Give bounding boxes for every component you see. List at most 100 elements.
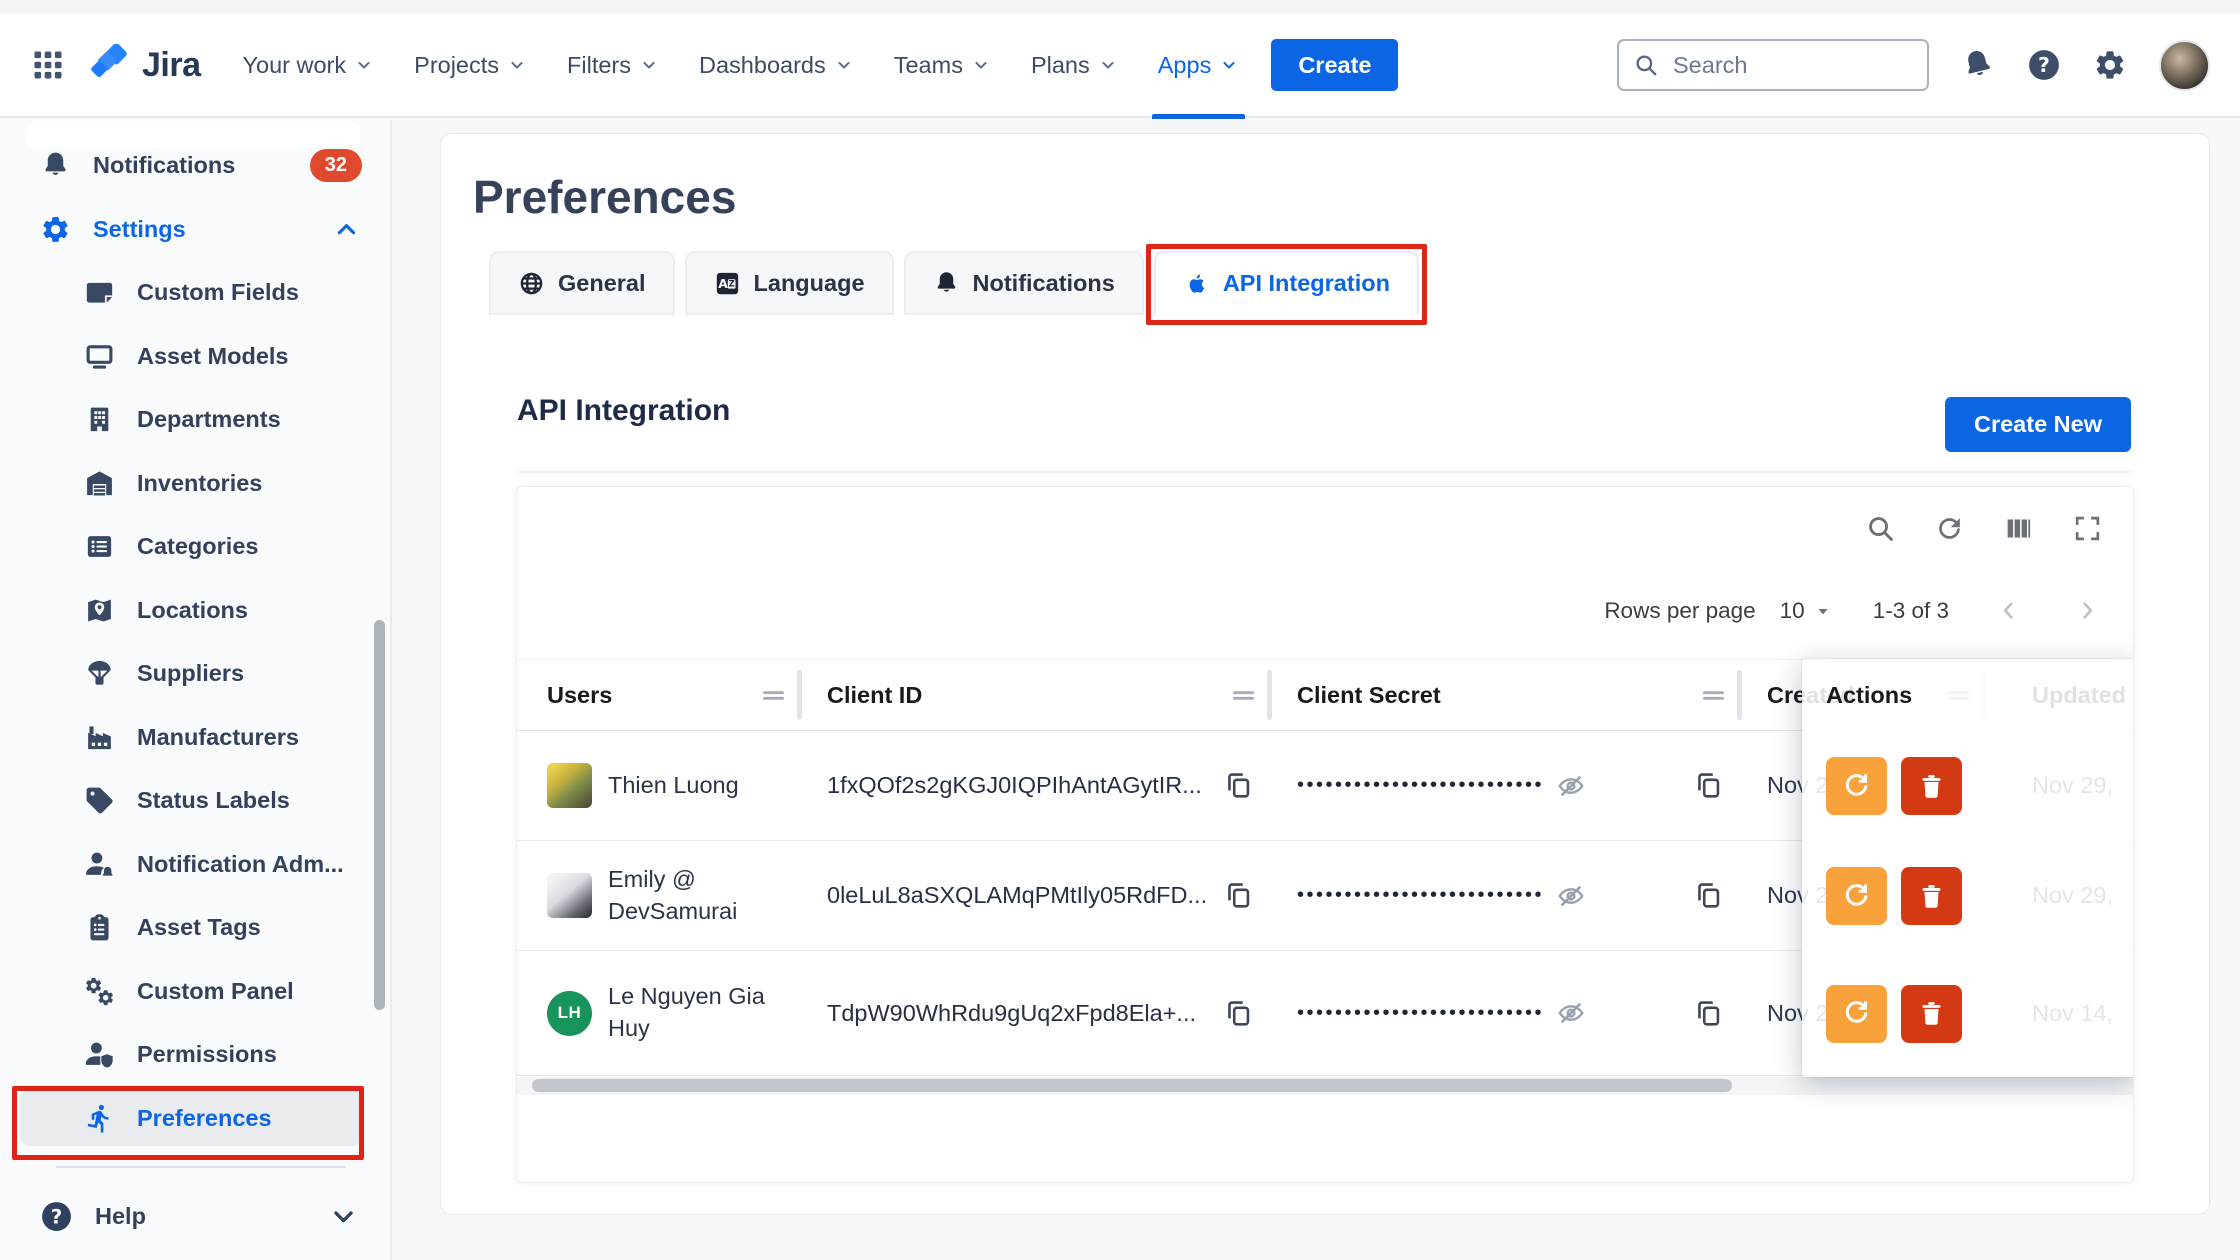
chevron-down-icon [327, 1200, 360, 1233]
previous-page-icon[interactable] [1995, 597, 2022, 624]
nav-menu: Your work Projects Filters Dashboards Te… [223, 13, 1260, 117]
sidebar-scrollbar-thumb[interactable] [374, 620, 385, 1010]
sidebar-item-help[interactable]: Help [0, 1182, 390, 1250]
runner-icon [84, 1103, 115, 1134]
tab-api-integration[interactable]: API Integration [1154, 251, 1419, 315]
client-id-value: 1fxQOf2s2gKGJ0IQPIhAntAGytIR... [827, 772, 1202, 799]
monitor-icon [84, 341, 115, 372]
refresh-icon[interactable] [1934, 513, 1965, 544]
delete-button[interactable] [1901, 985, 1962, 1043]
nav-item-apps[interactable]: Apps [1138, 13, 1260, 117]
user-bell-icon [84, 849, 115, 880]
nav-item-plans[interactable]: Plans [1011, 13, 1138, 117]
help-icon[interactable] [2027, 48, 2061, 82]
sidebar-item-categories[interactable]: Categories [0, 515, 390, 579]
sidebar-item-notifications[interactable]: Notifications 32 [0, 134, 390, 198]
eye-off-icon[interactable] [1556, 998, 1586, 1028]
eye-off-icon[interactable] [1556, 881, 1586, 911]
nav-item-projects[interactable]: Projects [394, 13, 547, 117]
sidebar-item-permissions[interactable]: Permissions [0, 1023, 390, 1087]
nav-item-teams[interactable]: Teams [874, 13, 1011, 117]
search-input[interactable] [1671, 51, 1913, 80]
create-new-button[interactable]: Create New [1945, 397, 2131, 452]
map-pin-icon [84, 595, 115, 626]
regenerate-button[interactable] [1826, 867, 1887, 925]
drag-handle-icon[interactable] [1700, 682, 1727, 709]
apple-icon [1183, 270, 1210, 297]
tab-language[interactable]: Language [685, 251, 894, 315]
next-page-icon[interactable] [2074, 597, 2101, 624]
sidebar-item-asset-tags[interactable]: Asset Tags [0, 896, 390, 960]
settings-gear-icon[interactable] [2093, 48, 2127, 82]
client-secret-mask: •••••••••••••••••••••••••• [1297, 884, 1544, 907]
user-avatar[interactable] [2159, 40, 2210, 91]
chevron-down-icon [1219, 55, 1239, 75]
sidebar-item-label: Asset Models [137, 343, 289, 370]
rows-per-page-select[interactable]: 10 [1780, 598, 1835, 624]
copy-icon[interactable] [1693, 880, 1724, 911]
drag-handle-icon[interactable] [1230, 682, 1257, 709]
chevron-down-icon [971, 55, 991, 75]
main-card: Preferences General Language Notificatio… [440, 133, 2210, 1215]
copy-icon[interactable] [1223, 770, 1254, 801]
table-toolbar [1865, 513, 2103, 544]
regenerate-button[interactable] [1826, 985, 1887, 1043]
nav-item-label: Filters [567, 52, 631, 79]
chevron-down-icon [639, 55, 659, 75]
sidebar-item-suppliers[interactable]: Suppliers [0, 642, 390, 706]
trash-icon [1917, 772, 1946, 801]
page-title: Preferences [473, 170, 736, 224]
trash-icon [1917, 882, 1946, 911]
warehouse-icon [84, 468, 115, 499]
jira-logo[interactable]: Jira [90, 44, 201, 86]
nav-item-your-work[interactable]: Your work [223, 13, 395, 117]
sidebar-divider [56, 1166, 346, 1168]
sidebar-item-label: Status Labels [137, 787, 290, 814]
rows-per-page-value: 10 [1780, 598, 1805, 624]
translate-icon [714, 270, 741, 297]
eye-off-icon[interactable] [1556, 771, 1586, 801]
top-strip [0, 0, 2240, 14]
top-navbar: Jira Your work Projects Filters Dashboar… [0, 14, 2240, 118]
notifications-bell-icon[interactable] [1957, 44, 1998, 85]
sidebar-item-inventories[interactable]: Inventories [0, 452, 390, 516]
fullscreen-icon[interactable] [2072, 513, 2103, 544]
sidebar-item-label: Custom Fields [137, 279, 299, 306]
view-columns-icon[interactable] [2003, 513, 2034, 544]
delete-button[interactable] [1901, 757, 1962, 815]
building-icon [84, 404, 115, 435]
nav-item-filters[interactable]: Filters [547, 13, 679, 117]
tab-notifications[interactable]: Notifications [904, 251, 1144, 315]
sidebar-item-settings[interactable]: Settings [0, 198, 390, 262]
regenerate-button[interactable] [1826, 757, 1887, 815]
sidebar-item-status-labels[interactable]: Status Labels [0, 769, 390, 833]
search-icon[interactable] [1865, 513, 1896, 544]
sidebar-item-custom-fields[interactable]: Custom Fields [0, 261, 390, 325]
copy-icon[interactable] [1693, 770, 1724, 801]
avatar [547, 763, 592, 808]
sidebar-item-departments[interactable]: Departments [0, 388, 390, 452]
copy-icon[interactable] [1223, 998, 1254, 1029]
create-button[interactable]: Create [1271, 39, 1398, 91]
delete-button[interactable] [1901, 867, 1962, 925]
sidebar-item-custom-panel[interactable]: Custom Panel [0, 960, 390, 1024]
tab-general[interactable]: General [489, 251, 675, 315]
bell-icon [40, 150, 71, 181]
chevron-down-icon [834, 55, 854, 75]
tab-label: API Integration [1223, 270, 1390, 297]
drag-handle-icon[interactable] [760, 682, 787, 709]
sidebar-item-asset-models[interactable]: Asset Models [0, 325, 390, 389]
caret-down-icon [1811, 599, 1835, 623]
global-search[interactable] [1617, 39, 1929, 91]
sidebar-item-manufacturers[interactable]: Manufacturers [0, 706, 390, 770]
app-switcher-icon[interactable] [30, 47, 66, 83]
sidebar-item-label: Preferences [137, 1105, 272, 1132]
copy-icon[interactable] [1223, 880, 1254, 911]
sidebar-item-notification-admin[interactable]: Notification Adm... [0, 833, 390, 897]
copy-icon[interactable] [1693, 998, 1724, 1029]
column-header-client-id: Client ID [827, 682, 922, 709]
nav-item-dashboards[interactable]: Dashboards [679, 13, 874, 117]
horizontal-scrollbar-thumb[interactable] [532, 1079, 1732, 1092]
sidebar-item-preferences[interactable]: Preferences [0, 1087, 390, 1151]
sidebar-item-locations[interactable]: Locations [0, 579, 390, 643]
